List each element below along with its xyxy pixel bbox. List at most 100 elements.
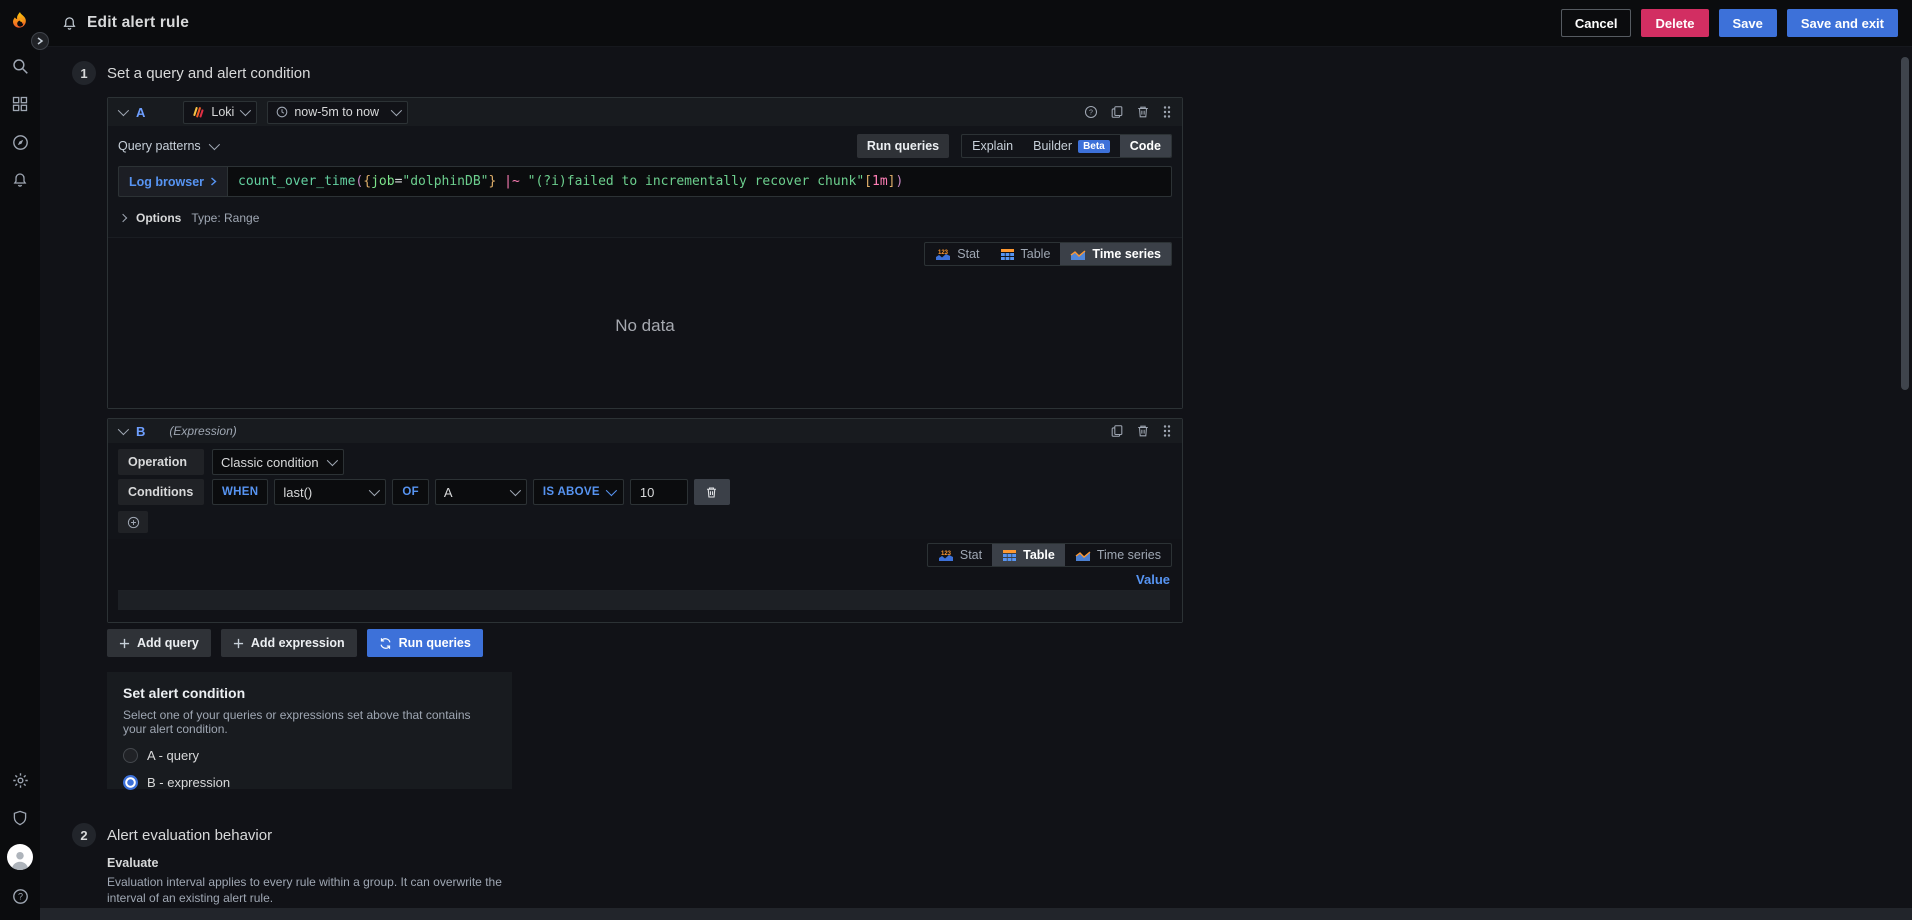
- expression-b-ref[interactable]: B: [136, 424, 145, 439]
- alert-condition-option-selected[interactable]: B - expression: [123, 775, 496, 790]
- viz-tab-table[interactable]: Table: [992, 544, 1065, 566]
- viz-switcher-a: 123 Stat Table Time series: [924, 242, 1172, 266]
- delete-expression-icon[interactable]: [1136, 424, 1150, 438]
- evaluate-label: Evaluate: [107, 856, 1912, 870]
- query-actions: Add query Add expression Run queries: [107, 629, 1912, 657]
- viz-tab-stat[interactable]: 123 Stat: [925, 243, 989, 265]
- delete-button[interactable]: Delete: [1641, 9, 1708, 37]
- search-icon[interactable]: [8, 54, 32, 78]
- table-icon: [1002, 549, 1017, 562]
- query-token: 1m: [872, 174, 888, 189]
- alerting-bell-icon[interactable]: [8, 168, 32, 192]
- editor-mode-tabs: Explain Builder Beta Code: [961, 134, 1172, 158]
- time-range-picker[interactable]: now-5m to now: [267, 101, 408, 124]
- settings-gear-icon[interactable]: [8, 768, 32, 792]
- conditions-label: Conditions: [118, 479, 204, 505]
- page-title-group: Edit alert rule: [62, 14, 189, 32]
- step-2-title: Alert evaluation behavior: [107, 827, 272, 844]
- time-series-icon: [1070, 248, 1086, 261]
- options-type-summary: Type: Range: [191, 211, 259, 225]
- chevron-down-icon: [391, 105, 402, 116]
- query-token: }: [488, 174, 496, 189]
- drag-handle-icon[interactable]: [1162, 424, 1172, 438]
- loki-logo-icon: [192, 106, 205, 119]
- query-ref-select[interactable]: A: [435, 479, 527, 505]
- threshold-input[interactable]: 10: [630, 479, 688, 505]
- cancel-button[interactable]: Cancel: [1561, 9, 1632, 37]
- query-a-ref[interactable]: A: [136, 105, 145, 120]
- operation-label: Operation: [118, 449, 204, 475]
- evaluator-select[interactable]: IS ABOVE: [533, 479, 624, 505]
- query-token: ]: [888, 174, 896, 189]
- add-query-button[interactable]: Add query: [107, 629, 211, 657]
- collapse-chevron-icon[interactable]: [118, 105, 129, 116]
- avatar[interactable]: [7, 844, 33, 870]
- query-token: [: [864, 174, 872, 189]
- table-row: [118, 591, 1170, 610]
- add-condition-button[interactable]: [118, 511, 148, 533]
- operation-select[interactable]: Classic condition: [212, 449, 344, 475]
- scrollbar-thumb[interactable]: [1901, 57, 1909, 390]
- table-column-value[interactable]: Value: [118, 569, 1170, 591]
- duplicate-query-icon[interactable]: [1110, 105, 1124, 119]
- admin-shield-icon[interactable]: [8, 806, 32, 830]
- alert-condition-title: Set alert condition: [123, 685, 496, 701]
- explore-compass-icon[interactable]: [8, 130, 32, 154]
- plus-circle-icon: [127, 516, 140, 529]
- expression-editor: Operation Classic condition Conditions W…: [108, 443, 1182, 539]
- query-patterns-dropdown[interactable]: Query patterns: [118, 139, 217, 153]
- log-browser-label: Log browser: [129, 175, 204, 189]
- reducer-value: last(): [283, 485, 312, 500]
- viz-tab-timeseries[interactable]: Time series: [1065, 544, 1171, 566]
- svg-text:?: ?: [17, 891, 22, 901]
- main-content: 1 Set a query and alert condition A Loki: [40, 47, 1912, 920]
- logql-query-input[interactable]: count_over_time({job="dolphinDB"} |~ "(?…: [227, 166, 1172, 197]
- tab-explain[interactable]: Explain: [962, 135, 1023, 157]
- save-button[interactable]: Save: [1719, 9, 1777, 37]
- options-toggle[interactable]: Options: [136, 211, 181, 225]
- datasource-name: Loki: [211, 105, 234, 119]
- help-icon[interactable]: ?: [8, 884, 32, 908]
- viz-tab-stat[interactable]: 123 Stat: [928, 544, 992, 566]
- table-icon: [1000, 248, 1015, 261]
- query-help-icon[interactable]: ?: [1084, 105, 1098, 119]
- query-editor: Query patterns Run queries Explain Build…: [108, 126, 1182, 237]
- run-queries-button-a[interactable]: Run queries: [857, 134, 949, 158]
- datasource-picker[interactable]: Loki: [183, 101, 257, 124]
- delete-query-icon[interactable]: [1136, 105, 1150, 119]
- set-alert-condition-card: Set alert condition Select one of your q…: [107, 672, 512, 789]
- chevron-down-icon: [208, 139, 219, 150]
- drag-handle-icon[interactable]: [1162, 105, 1172, 119]
- options-chevron-icon[interactable]: [119, 214, 127, 222]
- page-header: Edit alert rule Cancel Delete Save Save …: [40, 0, 1912, 47]
- expression-b-header: B (Expression): [108, 419, 1182, 443]
- duplicate-expression-icon[interactable]: [1110, 424, 1124, 438]
- radio-unchecked-icon[interactable]: [123, 748, 138, 763]
- run-queries-button[interactable]: Run queries: [367, 629, 483, 657]
- viz-tab-timeseries[interactable]: Time series: [1060, 243, 1171, 265]
- query-token: ): [895, 174, 903, 189]
- add-expression-button[interactable]: Add expression: [221, 629, 357, 657]
- radio-checked-icon[interactable]: [123, 775, 138, 790]
- collapse-chevron-icon[interactable]: [118, 424, 129, 435]
- tab-code[interactable]: Code: [1120, 135, 1171, 157]
- beta-badge: Beta: [1078, 140, 1110, 153]
- query-a-header: A Loki now-5m to now: [108, 98, 1182, 126]
- viz-tab-table[interactable]: Table: [990, 243, 1061, 265]
- when-keyword: WHEN: [212, 479, 268, 505]
- time-series-icon: [1075, 549, 1091, 562]
- dashboards-icon[interactable]: [8, 92, 32, 116]
- query-token: =: [395, 174, 403, 189]
- save-and-exit-button[interactable]: Save and exit: [1787, 9, 1898, 37]
- alert-condition-option-0[interactable]: A - query: [123, 748, 496, 763]
- page-title: Edit alert rule: [87, 14, 189, 32]
- chevron-down-icon: [606, 485, 617, 496]
- grafana-logo-icon[interactable]: [6, 8, 34, 36]
- sidebar-expand-button[interactable]: [31, 32, 49, 50]
- remove-condition-button[interactable]: [694, 479, 730, 505]
- log-browser-button[interactable]: Log browser: [118, 166, 227, 197]
- alert-condition-options: A - query B - expression: [123, 748, 496, 790]
- tab-builder[interactable]: Builder Beta: [1023, 135, 1120, 157]
- reducer-select[interactable]: last(): [274, 479, 386, 505]
- step-1-number: 1: [72, 61, 96, 85]
